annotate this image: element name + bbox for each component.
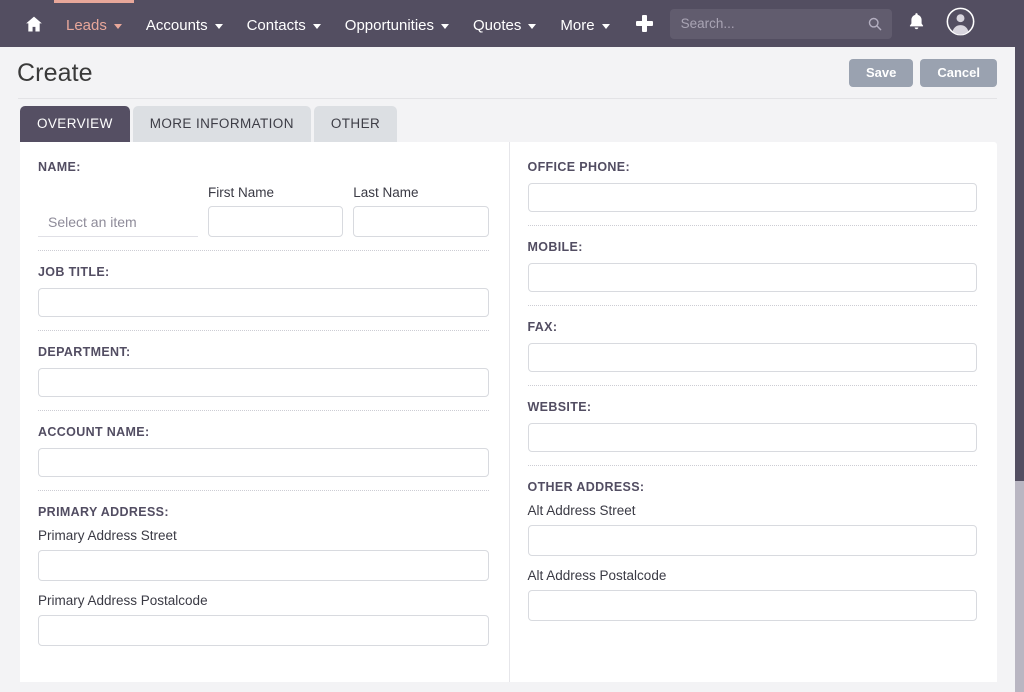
primary-address-postalcode-label: Primary Address Postalcode [38,593,489,608]
nav-item-accounts[interactable]: Accounts [134,0,235,47]
last-name-input[interactable] [353,206,488,237]
field-label: OFFICE PHONE: [528,160,978,174]
notifications-button[interactable] [896,0,938,47]
field-department: DEPARTMENT: [38,345,489,411]
page-title: Create [17,59,93,88]
field-label: JOB TITLE: [38,265,489,279]
nav-item-opportunities[interactable]: Opportunities [333,0,461,47]
primary-address-street-group: Primary Address Street [38,528,489,581]
field-label: NAME: [38,160,489,174]
nav-item-label: More [560,17,594,34]
chevron-down-icon [441,24,449,29]
primary-address-street-input[interactable] [38,550,489,581]
field-label: ACCOUNT NAME: [38,425,489,439]
field-label: DEPARTMENT: [38,345,489,359]
first-name-input[interactable] [208,206,343,237]
website-input[interactable] [528,423,978,452]
account-name-input[interactable] [38,448,489,477]
quick-create-button[interactable] [622,0,668,47]
page: Leads Accounts Contacts Opportunities Qu… [0,0,1024,692]
field-label: PRIMARY ADDRESS: [38,505,489,519]
field-label: FAX: [528,320,978,334]
field-primary-address: PRIMARY ADDRESS: Primary Address Street … [38,505,489,659]
field-name: NAME: Select an item First Name Last Nam… [38,160,489,251]
field-label: OTHER ADDRESS: [528,480,978,494]
field-label: MOBILE: [528,240,978,254]
first-name-group: First Name [208,183,343,237]
chevron-down-icon [602,24,610,29]
alt-address-street-label: Alt Address Street [528,503,978,518]
page-header: Create Save Cancel [0,47,1024,99]
avatar [946,7,975,41]
field-office-phone: OFFICE PHONE: [528,160,978,226]
plus-icon [636,15,653,32]
nav-item-quotes[interactable]: Quotes [461,0,548,47]
mobile-input[interactable] [528,263,978,292]
field-job-title: JOB TITLE: [38,265,489,331]
nav-item-label: Accounts [146,17,208,34]
salutation-select[interactable]: Select an item [38,209,198,237]
tab-more-information[interactable]: MORE INFORMATION [133,106,311,142]
field-other-address: OTHER ADDRESS: Alt Address Street Alt Ad… [528,480,978,634]
save-button[interactable]: Save [849,59,913,87]
alt-address-postalcode-group: Alt Address Postalcode [528,568,978,621]
tab-bar: OVERVIEW MORE INFORMATION OTHER [0,99,1024,142]
form-column-left: NAME: Select an item First Name Last Nam… [20,142,509,682]
home-button[interactable] [14,0,54,47]
tab-overview[interactable]: OVERVIEW [20,106,130,142]
alt-address-street-input[interactable] [528,525,978,556]
header-divider [18,98,997,99]
salutation-group: Select an item [38,188,198,237]
alt-address-street-group: Alt Address Street [528,503,978,556]
tab-other[interactable]: OTHER [314,106,397,142]
field-fax: FAX: [528,320,978,386]
home-icon [24,14,44,34]
nav-item-label: Opportunities [345,17,434,34]
primary-address-postalcode-input[interactable] [38,615,489,646]
last-name-group: Last Name [353,183,488,237]
label-spacer [38,188,198,209]
field-account-name: ACCOUNT NAME: [38,425,489,491]
top-navigation-bar: Leads Accounts Contacts Opportunities Qu… [0,0,1024,47]
nav-item-more[interactable]: More [548,0,621,47]
field-website: WEBSITE: [528,400,978,466]
primary-address-postalcode-group: Primary Address Postalcode [38,593,489,646]
nav-item-contacts[interactable]: Contacts [235,0,333,47]
cancel-button[interactable]: Cancel [920,59,997,87]
office-phone-input[interactable] [528,183,978,212]
nav-item-label: Quotes [473,17,521,34]
nav-item-leads[interactable]: Leads [54,0,134,47]
alt-address-postalcode-label: Alt Address Postalcode [528,568,978,583]
bell-icon [908,12,925,36]
form-column-right: OFFICE PHONE: MOBILE: FAX: WEBSITE: OTHE… [509,142,998,682]
fax-input[interactable] [528,343,978,372]
vertical-scrollbar[interactable] [1015,0,1024,692]
field-mobile: MOBILE: [528,240,978,306]
user-menu-button[interactable] [938,0,984,47]
search-icon [867,16,883,37]
form-card: NAME: Select an item First Name Last Nam… [20,142,997,682]
chevron-down-icon [215,24,223,29]
primary-address-street-label: Primary Address Street [38,528,489,543]
chevron-down-icon [114,24,122,29]
first-name-label: First Name [208,185,343,200]
header-actions: Save Cancel [849,59,997,87]
last-name-label: Last Name [353,185,488,200]
chevron-down-icon [528,24,536,29]
alt-address-postalcode-input[interactable] [528,590,978,621]
search-input[interactable] [670,9,892,39]
job-title-input[interactable] [38,288,489,317]
nav-item-label: Leads [66,17,107,34]
field-label: WEBSITE: [528,400,978,414]
global-search[interactable] [670,9,892,39]
scrollbar-thumb[interactable] [1015,0,1024,481]
department-input[interactable] [38,368,489,397]
nav-item-label: Contacts [247,17,306,34]
chevron-down-icon [313,24,321,29]
